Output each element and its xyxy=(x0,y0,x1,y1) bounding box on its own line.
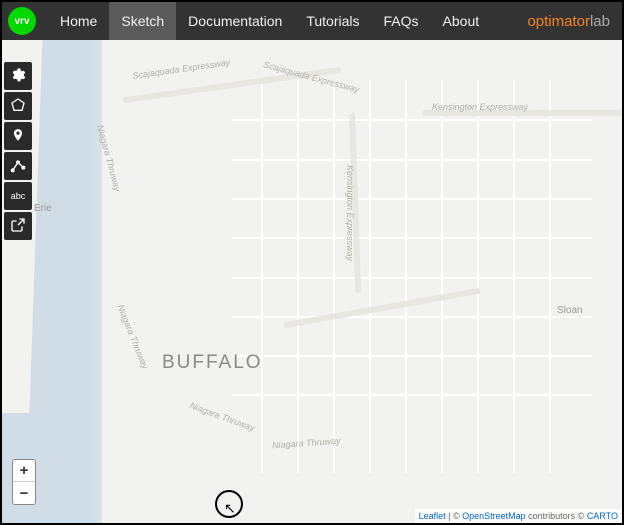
text-icon: abc xyxy=(11,191,26,201)
gear-icon xyxy=(10,67,26,86)
attribution: Leaflet | © OpenStreetMap contributors ©… xyxy=(415,509,622,523)
polygon-button[interactable] xyxy=(4,92,32,120)
city-label-buffalo: BUFFALO xyxy=(162,352,263,374)
navbar: vrv Home Sketch Documentation Tutorials … xyxy=(2,2,622,40)
nav-sketch[interactable]: Sketch xyxy=(109,2,176,40)
polygon-icon xyxy=(10,97,26,116)
marker-button[interactable] xyxy=(4,122,32,150)
nav-tutorials[interactable]: Tutorials xyxy=(294,2,371,40)
zoom-out-button[interactable]: − xyxy=(13,482,35,504)
export-icon xyxy=(10,217,26,236)
export-button[interactable] xyxy=(4,212,32,240)
highway-label-kensington-w: Kensington Expressway xyxy=(345,165,355,261)
cursor-icon: ↖ xyxy=(224,500,236,517)
highway-label-kensington-e: Kensington Expressway xyxy=(432,102,528,112)
path-button[interactable] xyxy=(4,152,32,180)
place-label-sloan: Sloan xyxy=(557,305,583,316)
nav-home[interactable]: Home xyxy=(48,2,109,40)
osm-link[interactable]: OpenStreetMap xyxy=(462,511,526,521)
map[interactable]: Kensington Expressway Scajaquada Express… xyxy=(2,40,622,523)
nav-faqs[interactable]: FAQs xyxy=(372,2,431,40)
nav-about[interactable]: About xyxy=(431,2,492,40)
path-icon xyxy=(10,157,26,176)
nav-documentation[interactable]: Documentation xyxy=(176,2,294,40)
carto-link[interactable]: CARTO xyxy=(587,511,618,521)
leaflet-link[interactable]: Leaflet xyxy=(419,511,446,521)
toolbar: abc xyxy=(4,62,32,240)
zoom-control: + − xyxy=(12,459,36,505)
zoom-in-button[interactable]: + xyxy=(13,460,35,482)
place-label-erie: Erie xyxy=(34,203,52,214)
brand: optimatorlab xyxy=(527,13,610,30)
street-grid xyxy=(232,80,592,473)
text-button[interactable]: abc xyxy=(4,182,32,210)
marker-icon xyxy=(11,126,25,147)
logo[interactable]: vrv xyxy=(8,7,36,35)
settings-button[interactable] xyxy=(4,62,32,90)
